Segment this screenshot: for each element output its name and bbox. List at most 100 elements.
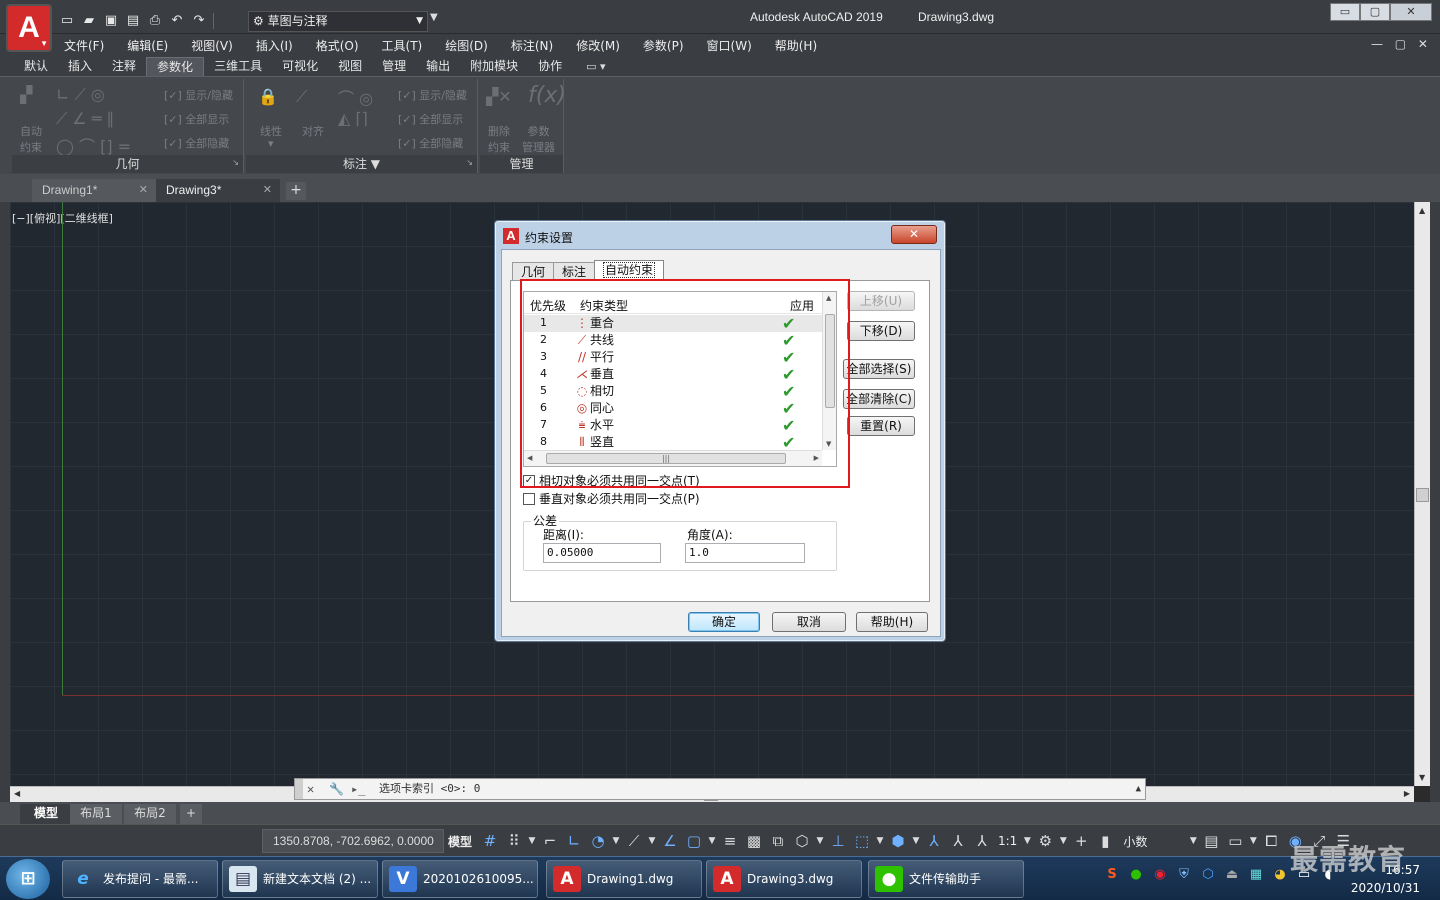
tab-dimensional[interactable]: 标注 xyxy=(553,262,596,282)
shield-icon[interactable]: ⛨ xyxy=(1172,863,1196,887)
menu-tools[interactable]: 工具(T) xyxy=(382,37,423,54)
auto-constrain-button[interactable]: 自动 约束 xyxy=(20,123,42,155)
list-item[interactable]: 6 ◎ 同心 ✔ xyxy=(524,399,822,418)
taskbar-item-ie[interactable]: e 发布提问 - 最需... xyxy=(62,860,218,898)
gear-icon[interactable]: ⚙ xyxy=(1033,829,1057,853)
move-up-button[interactable]: 上移(U) xyxy=(847,291,915,311)
constraint-priority-list[interactable]: 优先级 约束类型 应用 1 ⋮ 重合 ✔ 2 ⟋ 共线 ✔ 3 // 平行 ✔ … xyxy=(523,291,837,467)
usb-icon[interactable]: ⏏ xyxy=(1220,863,1244,887)
parameters-manager-button[interactable]: 参数 管理器 xyxy=(522,123,555,155)
isolate-objects-icon[interactable]: ⧠ xyxy=(1259,829,1283,853)
tangent-must-share-checkbox[interactable]: ✓ 相切对象必须共用同一交点(T) xyxy=(523,473,700,489)
model-space-button[interactable]: 模型 xyxy=(448,833,472,850)
taskbar-item-video[interactable]: V 2020102610095... xyxy=(382,860,538,898)
ribbon-tab-output[interactable]: 输出 xyxy=(416,57,460,76)
help-button[interactable]: 帮助(H) xyxy=(856,612,928,632)
ribbon-tab-3d-tools[interactable]: 三维工具 xyxy=(204,57,272,76)
network-icon[interactable]: ▦ xyxy=(1244,863,1268,887)
ok-button[interactable]: 确定 xyxy=(688,612,760,632)
layout-tab-layout1[interactable]: 布局1 xyxy=(70,804,122,824)
doc-tab-drawing1[interactable]: Drawing1* ✕ xyxy=(32,179,156,202)
taskbar-item-drawing3[interactable]: A Drawing3.dwg xyxy=(706,860,862,898)
menu-format[interactable]: 格式(O) xyxy=(316,37,359,54)
cancel-button[interactable]: 取消 xyxy=(772,612,846,632)
isodraft-icon[interactable]: ⟋ xyxy=(622,829,646,853)
scroll-thumb[interactable] xyxy=(825,314,835,408)
dialog-title-bar[interactable]: A 约束设置 ✕ xyxy=(501,225,939,247)
add-layout-button[interactable]: + xyxy=(180,804,202,824)
restore-button[interactable]: ▢ xyxy=(1360,3,1390,21)
scroll-left-icon[interactable]: ◀ xyxy=(14,789,20,798)
undo-icon[interactable]: ↶ xyxy=(166,10,188,32)
snap-icon[interactable]: ⠿ xyxy=(502,829,526,853)
open-folder-icon[interactable]: ▰ xyxy=(78,10,100,32)
list-vertical-scrollbar[interactable]: ▲ ▼ xyxy=(822,292,836,450)
chevron-down-icon[interactable]: ▼ xyxy=(910,829,922,853)
annotation-scale-icon[interactable]: ⅄ xyxy=(970,829,994,853)
taskbar-item-drawing1[interactable]: A Drawing1.dwg xyxy=(546,860,702,898)
polar-tracking-icon[interactable]: ◔ xyxy=(586,829,610,853)
layout-tab-model[interactable]: 模型 xyxy=(20,804,72,824)
save-icon[interactable]: ▣ xyxy=(100,10,122,32)
list-item[interactable]: 1 ⋮ 重合 ✔ xyxy=(524,314,822,333)
auto-scale-icon[interactable]: ⅄ xyxy=(946,829,970,853)
column-apply[interactable]: 应用 xyxy=(790,297,814,314)
redo-icon[interactable]: ↷ xyxy=(188,10,210,32)
wrench-icon[interactable]: 🔧 xyxy=(329,779,344,799)
menu-draw[interactable]: 绘图(D) xyxy=(445,37,488,54)
scroll-thumb[interactable]: ||| xyxy=(546,453,786,464)
angle-input[interactable]: 1.0 xyxy=(685,543,805,563)
chevron-up-icon[interactable]: ▲ xyxy=(1136,779,1141,799)
save-as-icon[interactable]: ▤ xyxy=(122,10,144,32)
dialog-launcher-icon[interactable]: ↘ xyxy=(232,154,239,172)
taskbar-item-wechat[interactable]: ● 文件传输助手 xyxy=(868,860,1024,898)
scroll-up-icon[interactable]: ▲ xyxy=(826,294,831,302)
layout-tab-layout2[interactable]: 布局2 xyxy=(124,804,176,824)
menu-parametric[interactable]: 参数(P) xyxy=(643,37,684,54)
chevron-down-icon[interactable]: ▼ xyxy=(646,829,658,853)
annotation-visibility-icon[interactable]: ⅄ xyxy=(922,829,946,853)
ruler-icon[interactable]: ▮ xyxy=(1093,829,1117,853)
scroll-right-icon[interactable]: ▶ xyxy=(1404,789,1410,798)
aligned-button[interactable]: 对齐 xyxy=(302,123,324,139)
ribbon-tab-manage[interactable]: 管理 xyxy=(372,57,416,76)
menu-window[interactable]: 窗口(W) xyxy=(707,37,752,54)
tab-autoconstrain[interactable]: 自动约束 xyxy=(594,260,665,282)
customize-toolbar-icon[interactable]: ▼ xyxy=(430,12,438,23)
workspace-dropdown[interactable]: ⚙ 草图与注释 ▼ xyxy=(248,11,428,32)
object-snap-icon[interactable]: ▢ xyxy=(682,829,706,853)
gizmo-icon[interactable]: ⬢ xyxy=(886,829,910,853)
quick-properties-icon[interactable]: ▤ xyxy=(1199,829,1223,853)
dim-show-hide-button[interactable]: [✓] 显示/隐藏 xyxy=(398,87,467,103)
show-hide-button[interactable]: [✓] 显示/隐藏 xyxy=(164,87,233,103)
dialog-close-button[interactable]: ✕ xyxy=(891,225,937,244)
ribbon-tab-parametric[interactable]: 参数化 xyxy=(146,57,205,76)
chevron-down-icon[interactable]: ▼ xyxy=(1057,829,1069,853)
distance-input[interactable]: 0.05000 xyxy=(543,543,661,563)
chevron-down-icon[interactable]: ▼ xyxy=(1247,829,1259,853)
command-line[interactable]: ✕ 🔧 ▸_ 选项卡索引 <0>: 0 ▲ xyxy=(294,778,1146,800)
lock-ui-icon[interactable]: ▭ xyxy=(1223,829,1247,853)
qq-icon[interactable]: ◕ xyxy=(1268,863,1292,887)
ribbon-minimize-icon[interactable]: ▭ ▾ xyxy=(586,58,605,76)
object-snap-tracking-icon[interactable]: ∠ xyxy=(658,829,682,853)
menu-file[interactable]: 文件(F) xyxy=(64,37,104,54)
tab-geometric[interactable]: 几何 xyxy=(512,262,555,282)
menu-insert[interactable]: 插入(I) xyxy=(256,37,293,54)
scroll-left-icon[interactable]: ◀ xyxy=(527,454,532,462)
new-tab-button[interactable]: + xyxy=(286,182,306,200)
select-all-button[interactable]: 全部选择(S) xyxy=(843,359,915,379)
menu-dimension[interactable]: 标注(N) xyxy=(511,37,553,54)
annotation-scale[interactable]: 1:1 xyxy=(998,834,1017,848)
minimize-button[interactable]: ▭ xyxy=(1330,3,1360,21)
list-item[interactable]: 7 ⩧ 水平 ✔ xyxy=(524,416,822,435)
package-icon[interactable]: ⬡ xyxy=(1196,863,1220,887)
ribbon-tab-visualize[interactable]: 可视化 xyxy=(272,57,328,76)
print-icon[interactable]: ⎙ xyxy=(144,10,166,32)
ribbon-tab-annotate[interactable]: 注释 xyxy=(102,57,146,76)
list-horizontal-scrollbar[interactable]: ◀ ||| ▶ xyxy=(524,450,822,466)
new-file-icon[interactable]: ▭ xyxy=(56,10,78,32)
clear-all-button[interactable]: 全部清除(C) xyxy=(843,389,915,409)
close-icon[interactable]: ✕ xyxy=(307,779,314,799)
chevron-down-icon[interactable]: ▼ xyxy=(706,829,718,853)
